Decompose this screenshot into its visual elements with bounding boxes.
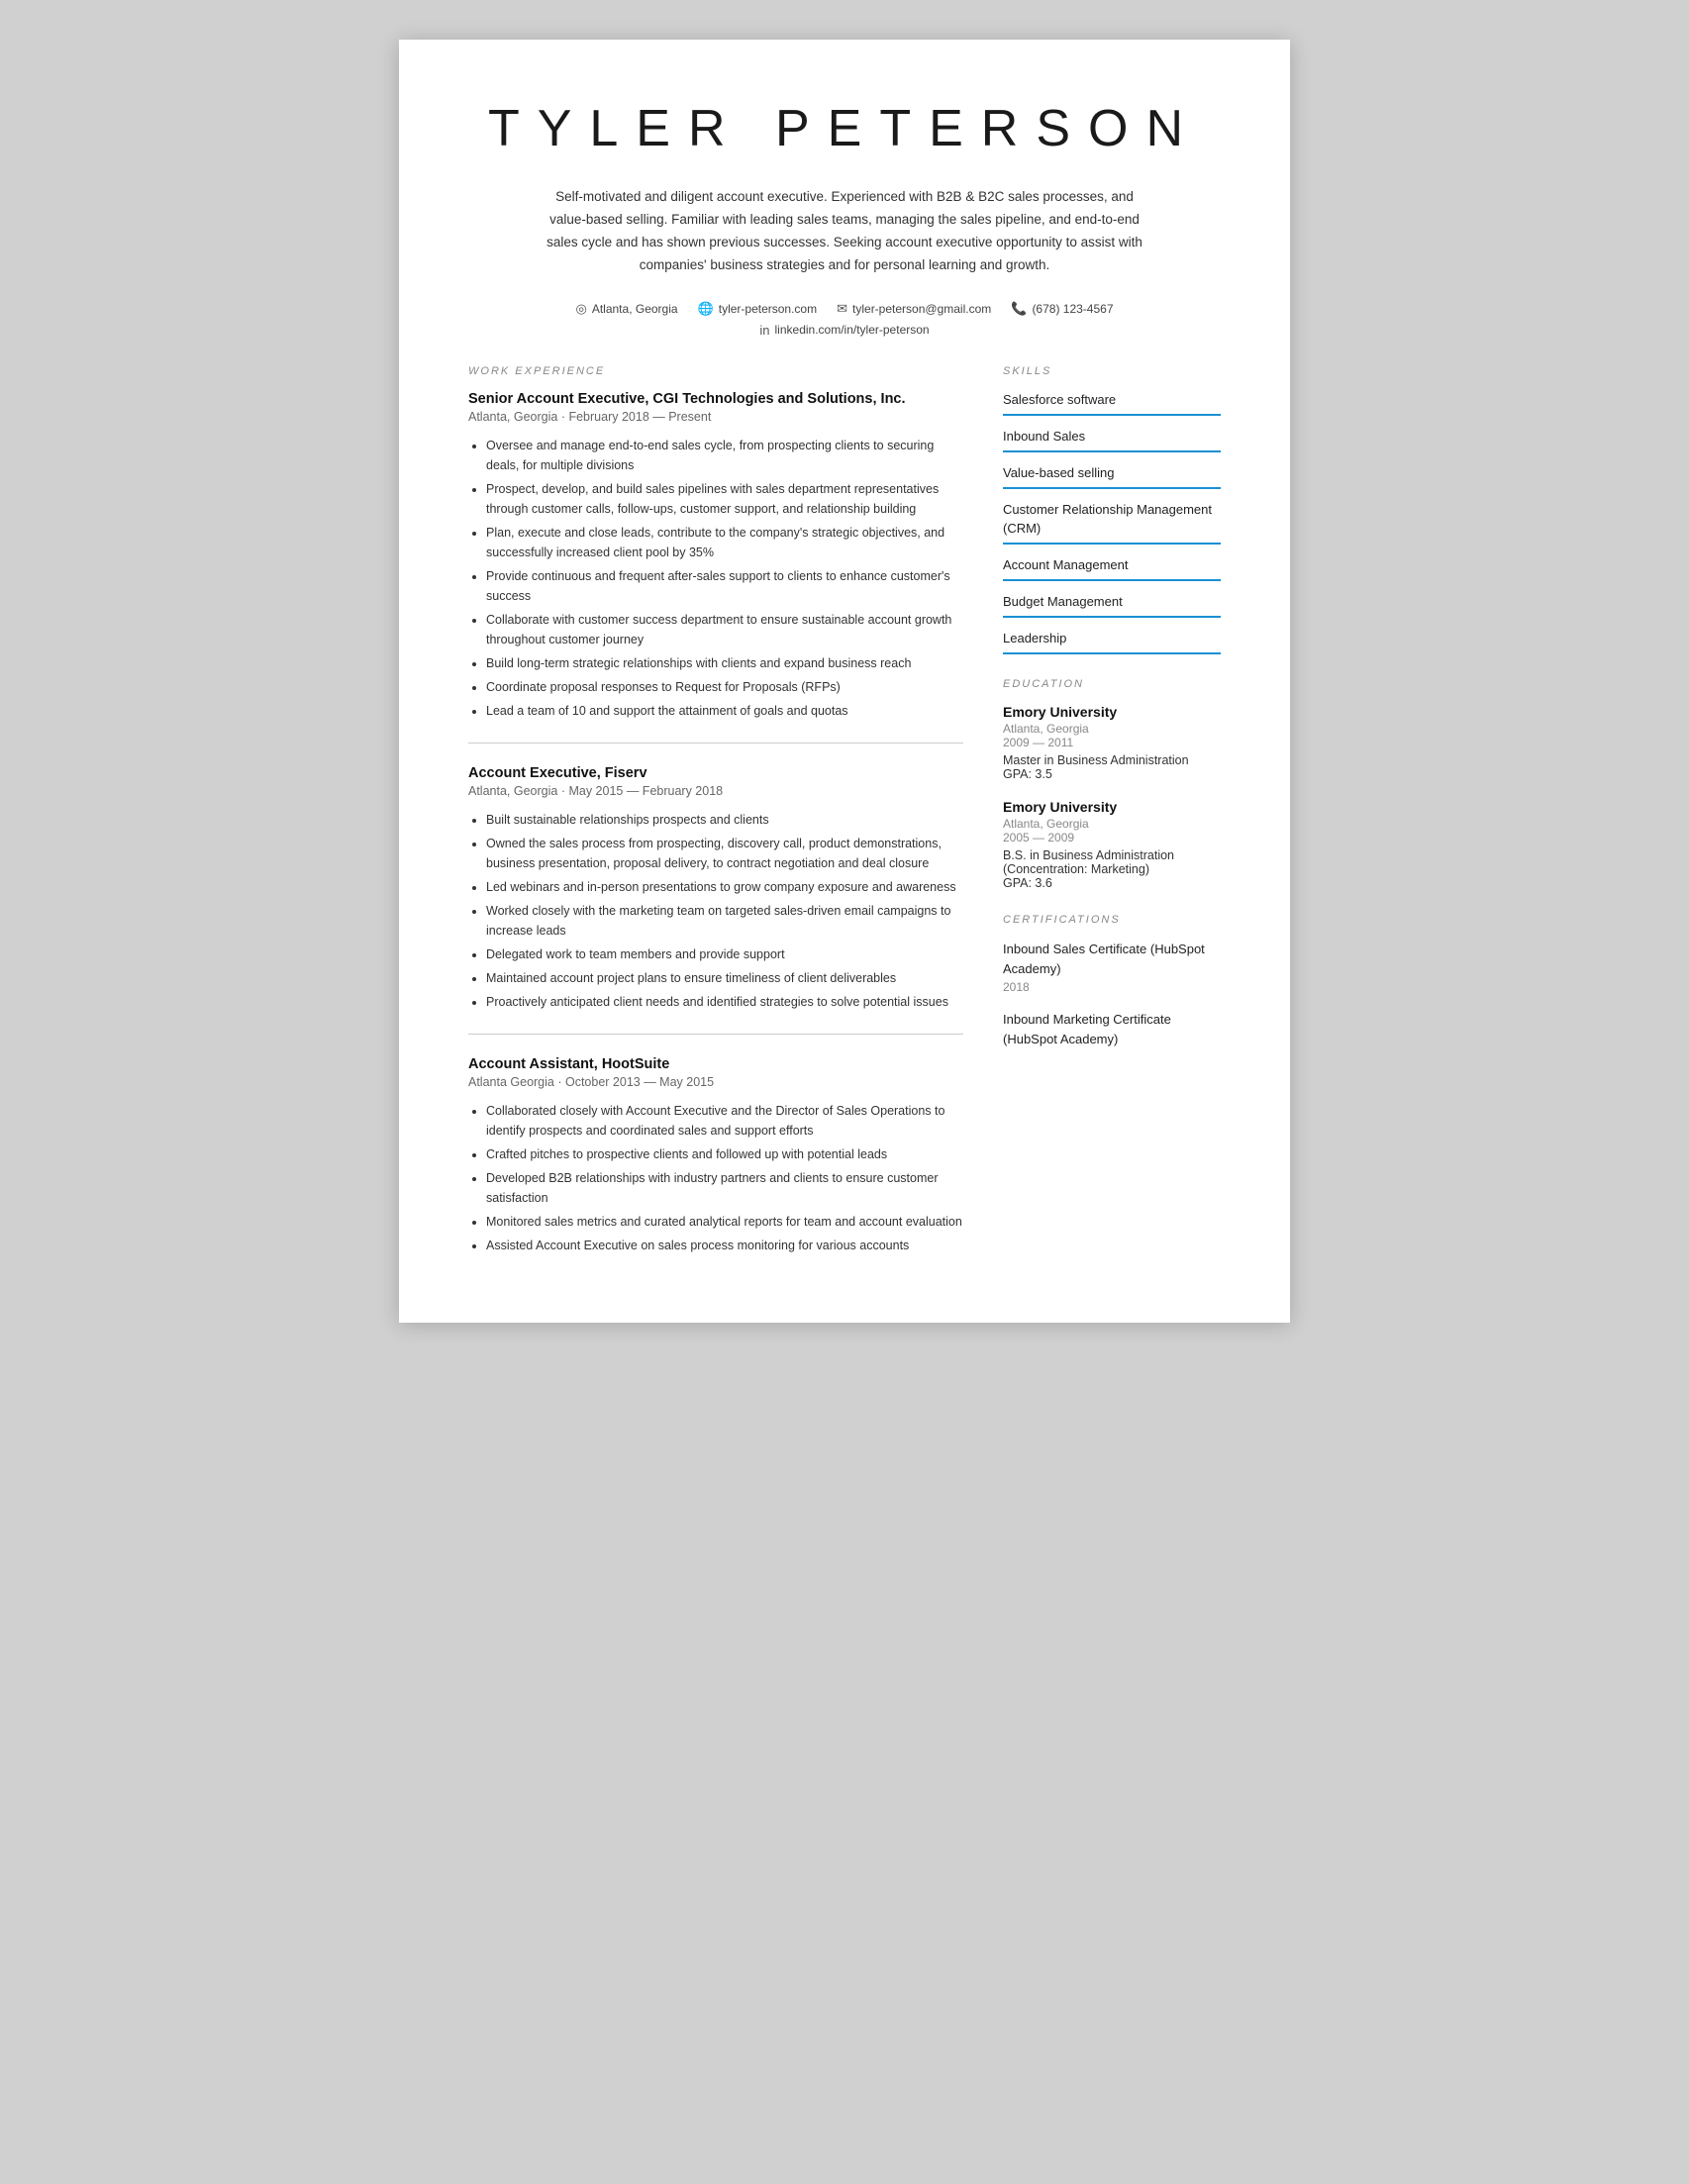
job-title-2: Account Executive, Fiserv <box>468 765 963 781</box>
edu-location-1: Atlanta, Georgia <box>1003 817 1221 831</box>
job-meta-2: Atlanta, Georgia · May 2015 — February 2… <box>468 784 963 798</box>
location-text: Atlanta, Georgia <box>592 302 678 316</box>
phone-text: (678) 123-4567 <box>1032 302 1113 316</box>
edu-school-0: Emory University <box>1003 704 1221 720</box>
bullet-1-4: Provide continuous and frequent after-sa… <box>486 566 963 606</box>
divider-2 <box>468 1034 963 1035</box>
contact-email: ✉ tyler-peterson@gmail.com <box>837 301 991 317</box>
skill-0: Salesforce software <box>1003 391 1221 416</box>
bullet-2-5: Delegated work to team members and provi… <box>486 944 963 964</box>
skill-3: Customer Relationship Management (CRM) <box>1003 501 1221 544</box>
skill-2: Value-based selling <box>1003 464 1221 489</box>
cert-name-1: Inbound Marketing Certificate (HubSpot A… <box>1003 1010 1221 1048</box>
job-title-3: Account Assistant, HootSuite <box>468 1056 963 1072</box>
bullet-1-3: Plan, execute and close leads, contribut… <box>486 523 963 562</box>
edu-gpa-0: GPA: 3.5 <box>1003 767 1221 781</box>
job-sep-3: · <box>557 1075 565 1089</box>
cert-block-0: Inbound Sales Certificate (HubSpot Acade… <box>1003 940 1221 994</box>
job-bullets-2: Built sustainable relationships prospect… <box>468 810 963 1012</box>
education-label: EDUCATION <box>1003 678 1221 690</box>
skill-6: Leadership <box>1003 630 1221 654</box>
job-meta-1: Atlanta, Georgia · February 2018 — Prese… <box>468 410 963 424</box>
bullet-2-7: Proactively anticipated client needs and… <box>486 992 963 1012</box>
skill-4: Account Management <box>1003 556 1221 581</box>
bullet-3-5: Assisted Account Executive on sales proc… <box>486 1236 963 1255</box>
bullet-1-2: Prospect, develop, and build sales pipel… <box>486 479 963 519</box>
contact-row-2: in linkedin.com/in/tyler-peterson <box>468 323 1221 338</box>
edu-block-0: Emory University Atlanta, Georgia 2009 —… <box>1003 704 1221 781</box>
cert-year-0: 2018 <box>1003 980 1221 994</box>
certifications-label: CERTIFICATIONS <box>1003 914 1221 926</box>
contact-linkedin: in linkedin.com/in/tyler-peterson <box>759 323 929 338</box>
job-location-1: Atlanta, Georgia <box>468 410 557 424</box>
linkedin-icon: in <box>759 323 769 338</box>
contact-location: ◎ Atlanta, Georgia <box>575 301 677 317</box>
job-dates-1: February 2018 — Present <box>568 410 711 424</box>
linkedin-text: linkedin.com/in/tyler-peterson <box>775 323 930 337</box>
main-column: WORK EXPERIENCE Senior Account Executive… <box>468 365 963 1263</box>
job-title-1: Senior Account Executive, CGI Technologi… <box>468 391 963 407</box>
work-experience-label: WORK EXPERIENCE <box>468 365 963 377</box>
cert-name-0: Inbound Sales Certificate (HubSpot Acade… <box>1003 940 1221 978</box>
contact-row-1: ◎ Atlanta, Georgia 🌐 tyler-peterson.com … <box>468 301 1221 317</box>
bullet-2-2: Owned the sales process from prospecting… <box>486 834 963 873</box>
job-location-3: Atlanta Georgia <box>468 1075 554 1089</box>
job-meta-3: Atlanta Georgia · October 2013 — May 201… <box>468 1075 963 1089</box>
skill-name-5: Budget Management <box>1003 593 1221 611</box>
website-text: tyler-peterson.com <box>719 302 817 316</box>
bullet-1-5: Collaborate with customer success depart… <box>486 610 963 649</box>
contact-phone: 📞 (678) 123-4567 <box>1011 301 1113 317</box>
skill-name-0: Salesforce software <box>1003 391 1221 409</box>
skill-name-2: Value-based selling <box>1003 464 1221 482</box>
email-text: tyler-peterson@gmail.com <box>852 302 991 316</box>
edu-location-0: Atlanta, Georgia <box>1003 722 1221 736</box>
skill-name-3: Customer Relationship Management (CRM) <box>1003 501 1221 537</box>
skill-1: Inbound Sales <box>1003 428 1221 452</box>
skill-name-6: Leadership <box>1003 630 1221 647</box>
edu-degree-0: Master in Business Administration <box>1003 753 1221 767</box>
bullet-2-6: Maintained account project plans to ensu… <box>486 968 963 988</box>
bullet-1-8: Lead a team of 10 and support the attain… <box>486 701 963 721</box>
skill-name-4: Account Management <box>1003 556 1221 574</box>
skill-5: Budget Management <box>1003 593 1221 618</box>
job-bullets-1: Oversee and manage end-to-end sales cycl… <box>468 436 963 721</box>
job-block-2: Account Executive, Fiserv Atlanta, Georg… <box>468 765 963 1012</box>
contact-website: 🌐 tyler-peterson.com <box>698 301 818 317</box>
edu-degree-1: B.S. in Business Administration (Concent… <box>1003 848 1221 876</box>
edu-year-1: 2005 — 2009 <box>1003 831 1221 844</box>
bullet-2-1: Built sustainable relationships prospect… <box>486 810 963 830</box>
cert-block-1: Inbound Marketing Certificate (HubSpot A… <box>1003 1010 1221 1048</box>
edu-gpa-1: GPA: 3.6 <box>1003 876 1221 890</box>
bullet-2-3: Led webinars and in-person presentations… <box>486 877 963 897</box>
bullet-3-2: Crafted pitches to prospective clients a… <box>486 1144 963 1164</box>
bullet-3-4: Monitored sales metrics and curated anal… <box>486 1212 963 1232</box>
email-icon: ✉ <box>837 301 847 317</box>
resume-page: TYLER PETERSON Self-motivated and dilige… <box>399 40 1290 1323</box>
job-dates-2: May 2015 — February 2018 <box>568 784 723 798</box>
job-dates-3: October 2013 — May 2015 <box>565 1075 714 1089</box>
phone-icon: 📞 <box>1011 301 1027 317</box>
job-block-3: Account Assistant, HootSuite Atlanta Geo… <box>468 1056 963 1255</box>
skills-label: SKILLS <box>1003 365 1221 377</box>
job-bullets-3: Collaborated closely with Account Execut… <box>468 1101 963 1255</box>
bullet-1-6: Build long-term strategic relationships … <box>486 653 963 673</box>
bullet-1-7: Coordinate proposal responses to Request… <box>486 677 963 697</box>
edu-year-0: 2009 — 2011 <box>1003 736 1221 749</box>
bullet-3-3: Developed B2B relationships with industr… <box>486 1168 963 1208</box>
job-block-1: Senior Account Executive, CGI Technologi… <box>468 391 963 721</box>
summary-text: Self-motivated and diligent account exec… <box>538 186 1151 277</box>
globe-icon: 🌐 <box>698 301 714 317</box>
bullet-3-1: Collaborated closely with Account Execut… <box>486 1101 963 1141</box>
candidate-name: TYLER PETERSON <box>468 99 1221 158</box>
skill-name-1: Inbound Sales <box>1003 428 1221 446</box>
job-location-2: Atlanta, Georgia <box>468 784 557 798</box>
divider-1 <box>468 743 963 744</box>
side-column: SKILLS Salesforce software Inbound Sales… <box>1003 365 1221 1263</box>
edu-school-1: Emory University <box>1003 799 1221 815</box>
location-icon: ◎ <box>575 301 586 317</box>
bullet-1-1: Oversee and manage end-to-end sales cycl… <box>486 436 963 475</box>
bullet-2-4: Worked closely with the marketing team o… <box>486 901 963 941</box>
edu-block-1: Emory University Atlanta, Georgia 2005 —… <box>1003 799 1221 890</box>
two-col-layout: WORK EXPERIENCE Senior Account Executive… <box>468 365 1221 1263</box>
